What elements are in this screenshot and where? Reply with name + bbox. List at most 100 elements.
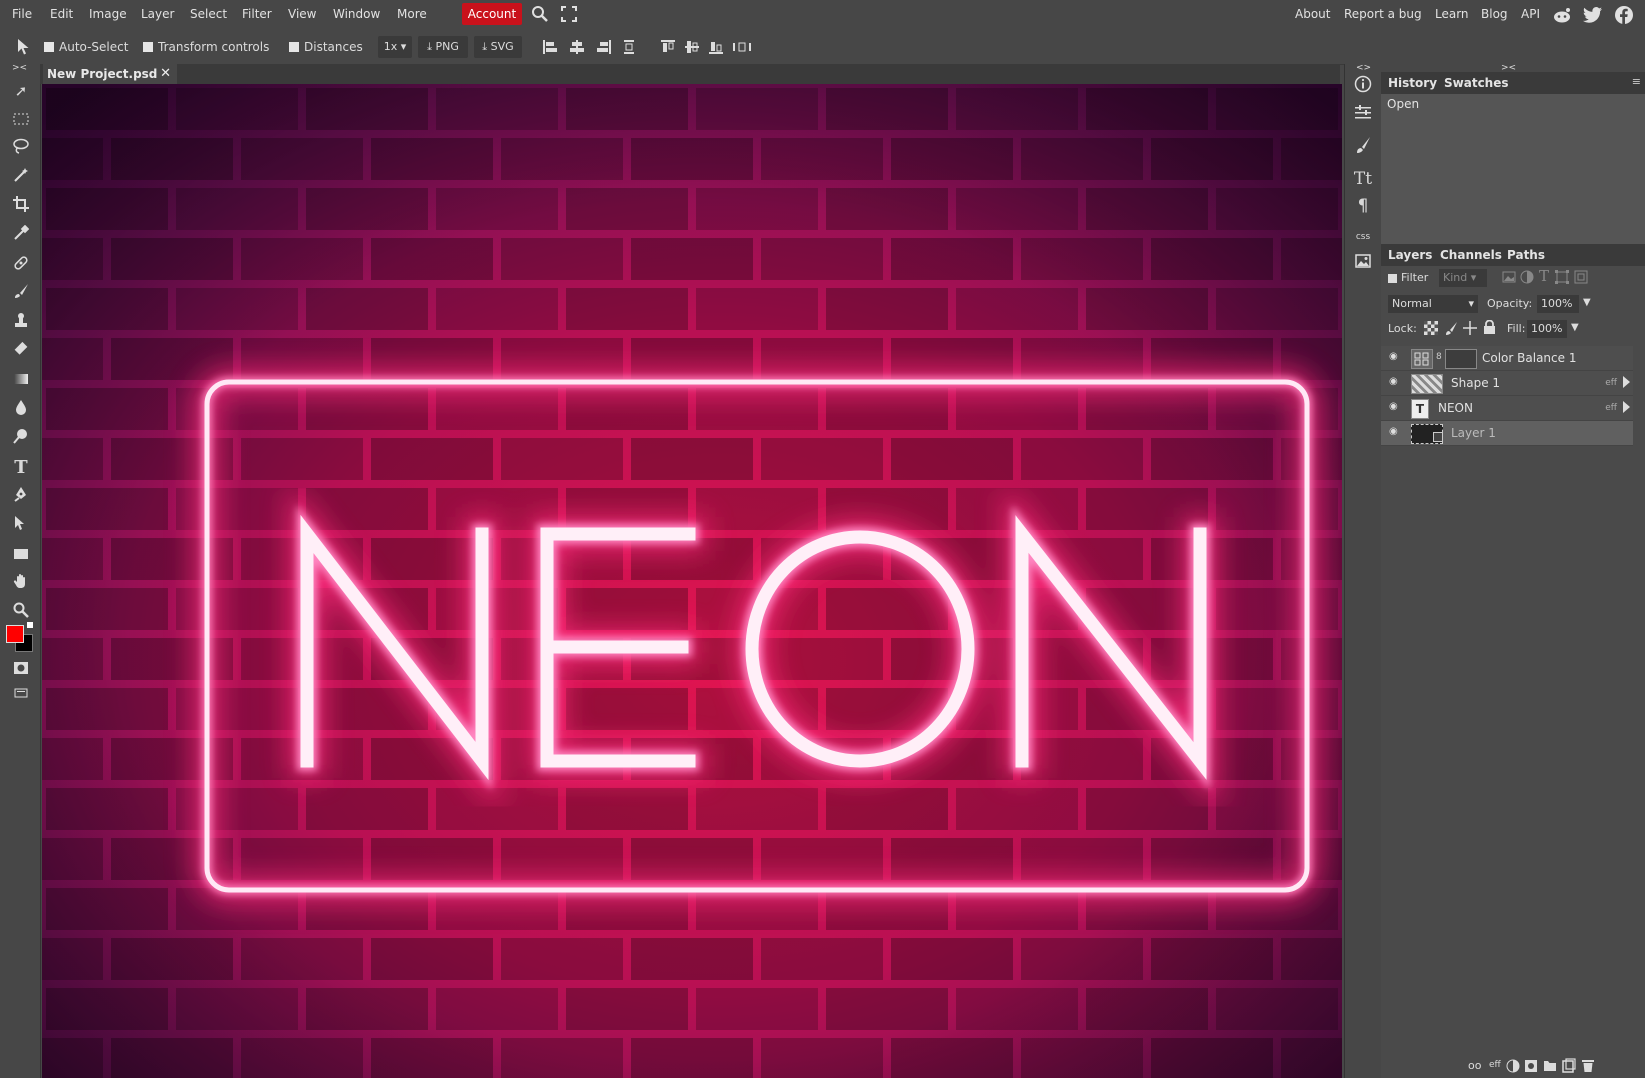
pen-tool-icon[interactable] [10, 486, 32, 508]
gradient-tool-icon[interactable] [10, 370, 32, 392]
tab-channels[interactable]: Channels [1440, 248, 1502, 262]
link-api[interactable]: API [1521, 7, 1540, 21]
new-layer-icon[interactable] [1562, 1058, 1576, 1076]
align-bottom-icon[interactable] [708, 39, 724, 55]
expand-effects-icon[interactable] [1623, 401, 1630, 413]
close-icon[interactable]: ✕ [160, 64, 171, 84]
canvas[interactable] [42, 84, 1342, 1078]
menu-layer[interactable]: Layer [141, 7, 174, 21]
link-report-bug[interactable]: Report a bug [1344, 7, 1422, 21]
filter-pixel-icon[interactable] [1502, 271, 1516, 286]
healing-brush-icon[interactable] [10, 254, 32, 276]
lasso-tool-icon[interactable] [10, 138, 32, 160]
tab-swatches[interactable]: Swatches [1444, 76, 1509, 90]
menu-file[interactable]: File [12, 7, 32, 21]
align-middle-icon[interactable] [684, 39, 700, 55]
menu-view[interactable]: View [288, 7, 316, 21]
layer-row-shape[interactable]: ◉ Shape 1 eff [1381, 371, 1633, 396]
distribute-icon[interactable] [621, 39, 637, 55]
link-learn[interactable]: Learn [1435, 7, 1469, 21]
filter-kind-dropdown[interactable]: Kind ▾ [1439, 269, 1487, 287]
filter-type-icon[interactable]: T [1539, 267, 1549, 285]
blend-mode-dropdown[interactable]: Normal ▾ [1388, 295, 1478, 313]
align-right-icon[interactable] [596, 39, 612, 55]
layer-mask-icon[interactable] [1524, 1059, 1538, 1076]
tab-layers[interactable]: Layers [1388, 248, 1432, 262]
rectangle-tool-icon[interactable] [10, 544, 32, 566]
lock-pixels-icon[interactable] [1444, 321, 1458, 338]
menu-select[interactable]: Select [190, 7, 227, 21]
scale-dropdown[interactable]: 1x ▾ [378, 36, 412, 58]
opacity-dropdown-arrow[interactable]: ▼ [1583, 297, 1591, 308]
lock-position-icon[interactable] [1463, 321, 1477, 338]
eyedropper-icon[interactable] [10, 224, 32, 247]
auto-select-checkbox[interactable] [44, 42, 54, 52]
eye-icon[interactable]: ◉ [1389, 427, 1403, 437]
menu-edit[interactable]: Edit [50, 7, 73, 21]
link-layers-icon[interactable]: oo [1468, 1059, 1481, 1072]
distances-checkbox[interactable] [289, 42, 299, 52]
tab-history[interactable]: History [1388, 76, 1437, 90]
brush-tool-icon[interactable] [10, 283, 32, 305]
dodge-tool-icon[interactable] [10, 428, 32, 450]
tab-paths[interactable]: Paths [1507, 248, 1545, 262]
export-png-button[interactable]: ⤓ PNG [418, 36, 468, 58]
collapse-toolbar-icon[interactable]: >< [12, 63, 27, 73]
menu-more[interactable]: More [397, 7, 427, 21]
layer-row-layer-1[interactable]: ◉ Layer 1 [1381, 421, 1633, 446]
adjustment-layer-icon[interactable] [1506, 1059, 1520, 1076]
fill-dropdown-arrow[interactable]: ▼ [1571, 322, 1579, 333]
align-left-icon[interactable] [542, 39, 558, 55]
menu-image[interactable]: Image [89, 7, 127, 21]
quick-mask-icon[interactable] [10, 659, 32, 681]
history-entry[interactable]: Open [1381, 94, 1645, 114]
opacity-input[interactable]: 100% [1537, 295, 1579, 313]
expand-effects-icon[interactable] [1623, 376, 1630, 388]
align-center-icon[interactable] [569, 39, 585, 55]
crop-tool-icon[interactable] [10, 196, 32, 218]
properties-icon[interactable] [1352, 104, 1374, 126]
delete-layer-icon[interactable] [1581, 1058, 1595, 1076]
filter-adjustment-icon[interactable] [1520, 270, 1534, 287]
type-tool-icon[interactable]: T [10, 457, 32, 479]
paragraph-icon[interactable]: ¶ [1352, 195, 1374, 217]
info-icon[interactable] [1352, 75, 1374, 97]
account-button[interactable]: Account [462, 3, 522, 25]
document-tab[interactable]: New Project.psd ✕ [43, 64, 177, 84]
panel-menu-icon[interactable]: ≡ [1632, 75, 1641, 88]
foreground-color-swatch[interactable] [6, 625, 24, 643]
fullscreen-icon[interactable] [561, 6, 577, 22]
facebook-icon[interactable] [1614, 5, 1634, 25]
image-icon[interactable] [1352, 252, 1374, 274]
layer-row-neon[interactable]: ◉ T NEON eff [1381, 396, 1633, 421]
blur-tool-icon[interactable] [10, 399, 32, 421]
fill-input[interactable]: 100% [1527, 320, 1567, 338]
filter-checkbox[interactable] [1388, 274, 1397, 283]
export-svg-button[interactable]: ⤓ SVG [474, 36, 522, 58]
lock-all-icon[interactable] [1483, 319, 1496, 338]
brush-settings-icon[interactable] [1352, 136, 1374, 158]
screen-mode-icon[interactable] [10, 682, 32, 704]
eye-icon[interactable]: ◉ [1389, 402, 1403, 412]
align-top-icon[interactable] [660, 39, 676, 55]
layer-row-color-balance[interactable]: ◉ 8 Color Balance 1 [1381, 346, 1633, 371]
eye-icon[interactable]: ◉ [1389, 377, 1403, 387]
transform-controls-checkbox[interactable] [143, 42, 153, 52]
character-icon[interactable]: Tt [1352, 168, 1374, 190]
marquee-tool-icon[interactable] [10, 109, 32, 131]
path-select-icon[interactable] [10, 515, 32, 537]
twitter-icon[interactable] [1583, 6, 1603, 24]
magic-wand-icon[interactable] [10, 167, 32, 189]
eraser-tool-icon[interactable] [10, 341, 32, 363]
search-icon[interactable] [531, 5, 549, 23]
css-icon[interactable]: css [1352, 226, 1374, 248]
link-about[interactable]: About [1295, 7, 1330, 21]
clone-stamp-icon[interactable] [10, 312, 32, 334]
filter-shape-icon[interactable] [1555, 270, 1569, 287]
link-blog[interactable]: Blog [1481, 7, 1508, 21]
distribute-horizontal-icon[interactable] [732, 39, 752, 55]
zoom-tool-icon[interactable] [10, 602, 32, 624]
menu-filter[interactable]: Filter [242, 7, 272, 21]
filter-smart-icon[interactable] [1574, 270, 1588, 287]
menu-window[interactable]: Window [333, 7, 380, 21]
